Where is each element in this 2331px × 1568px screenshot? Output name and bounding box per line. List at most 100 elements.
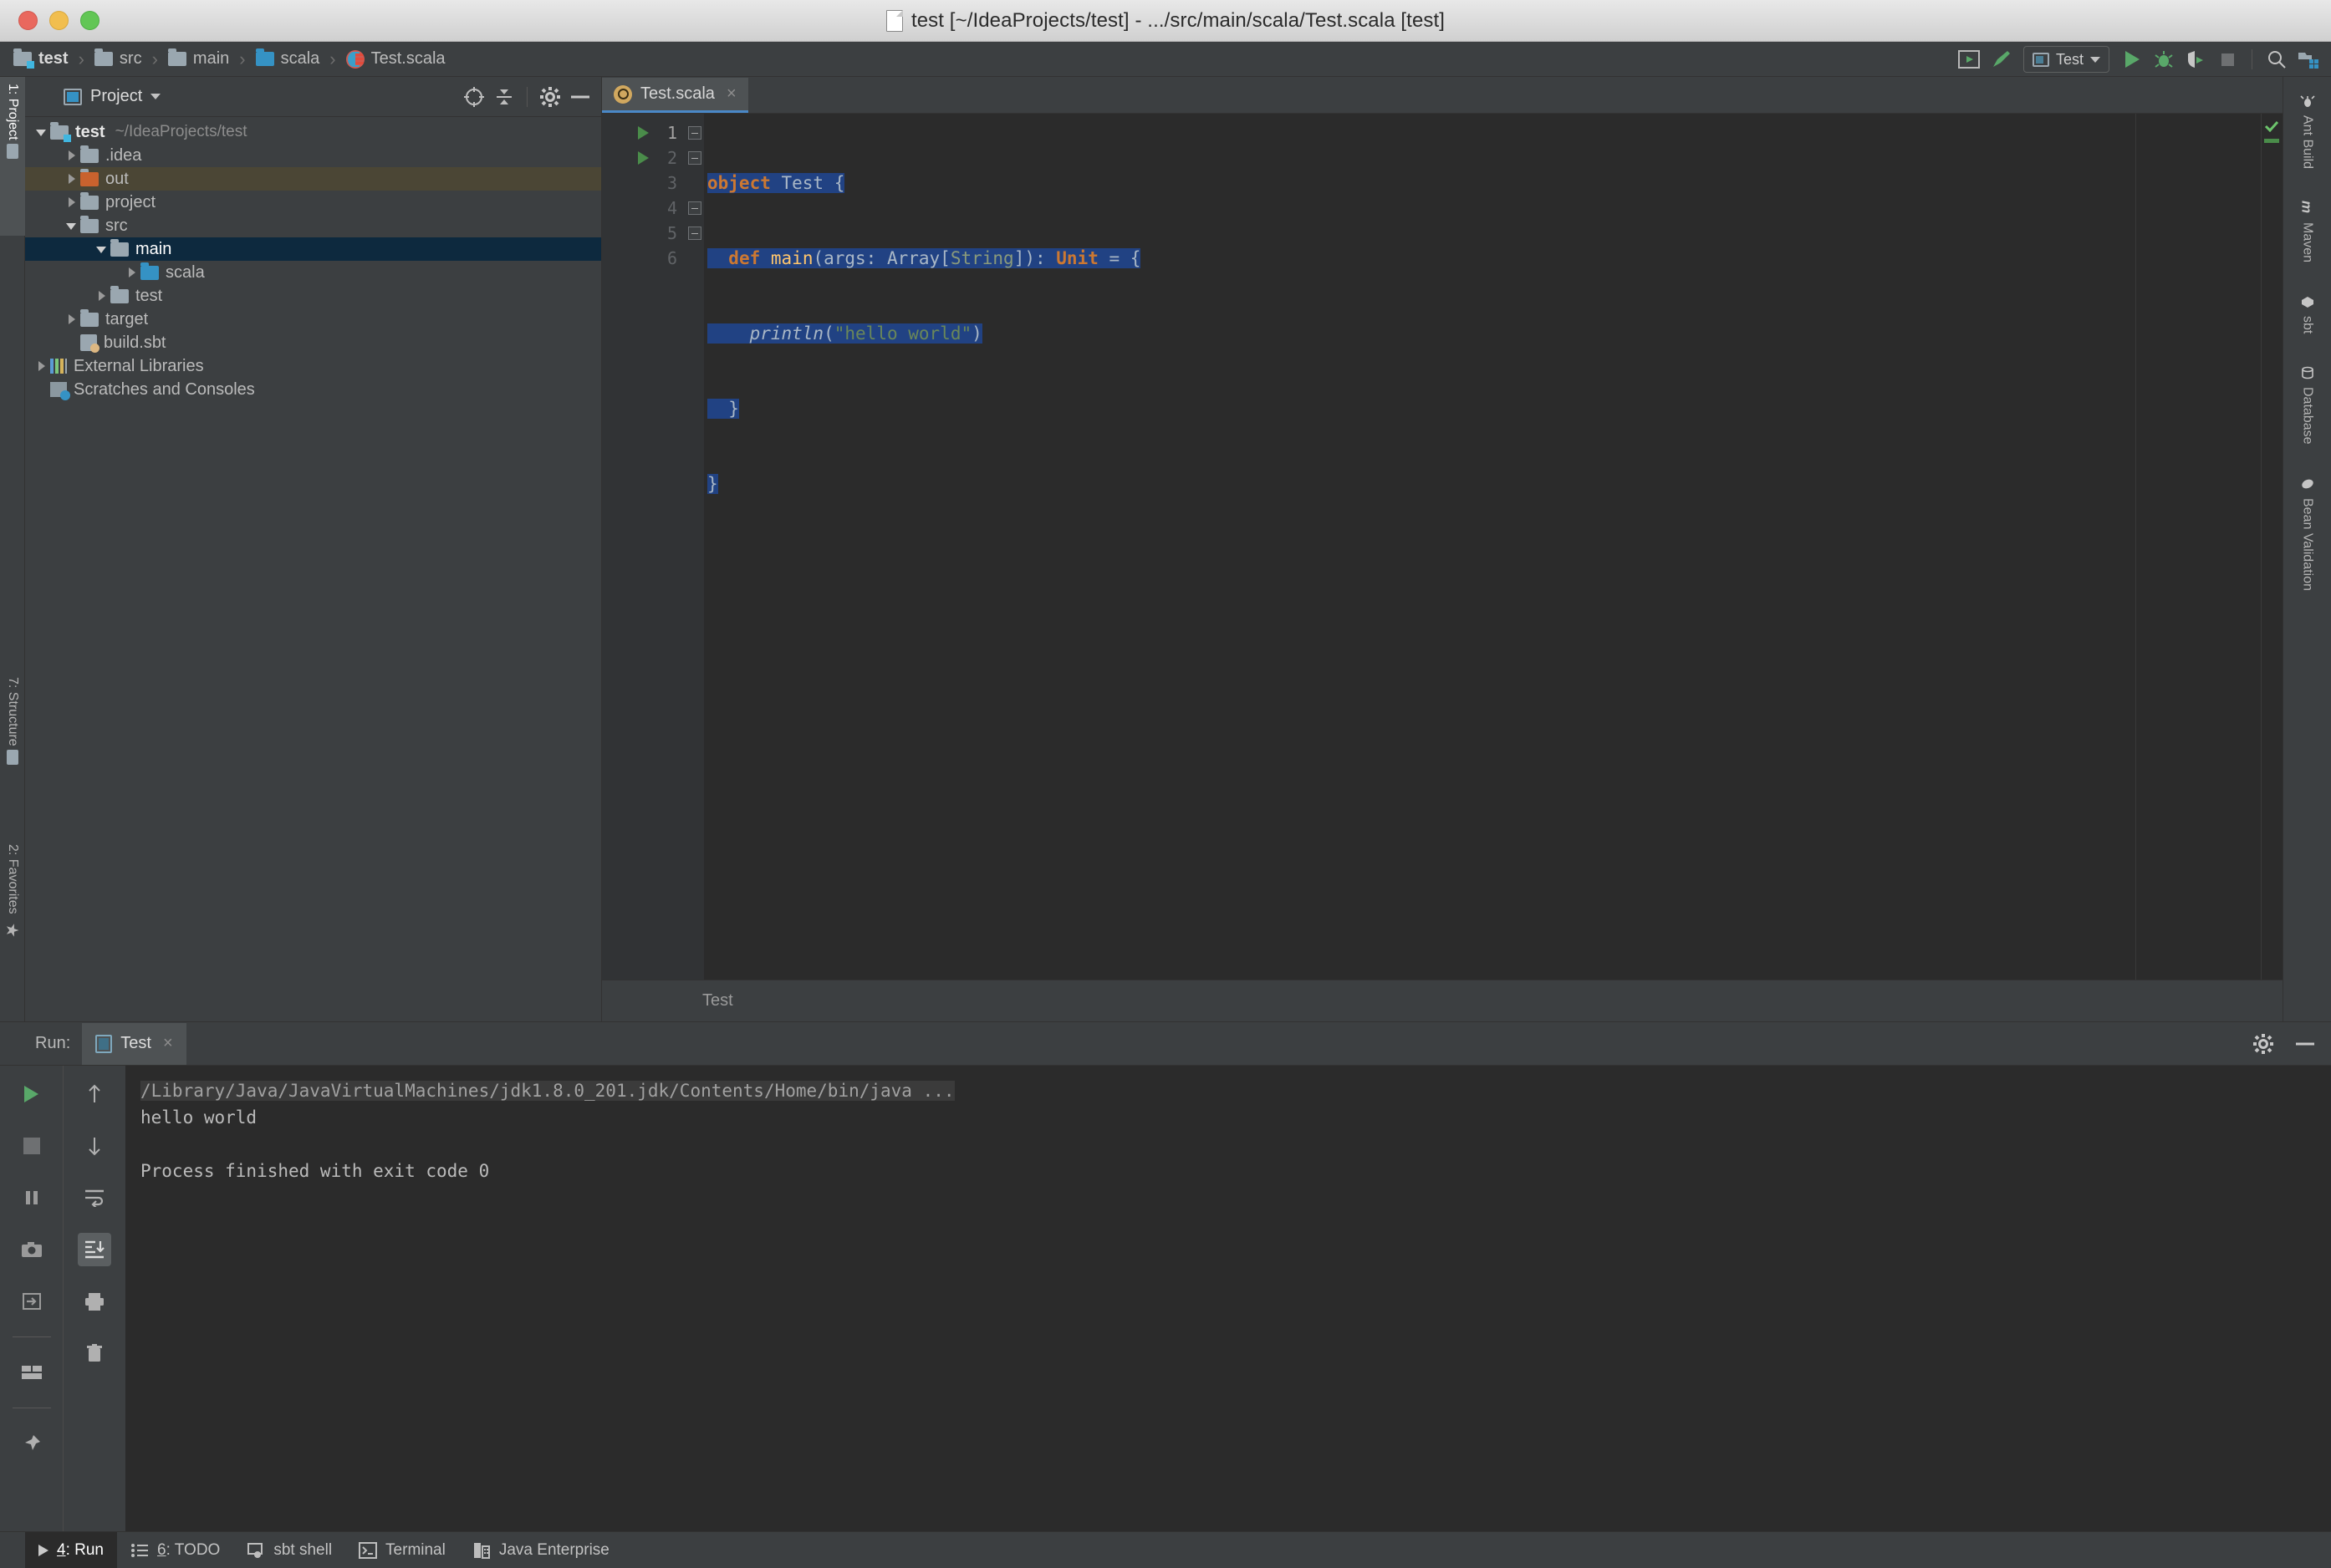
tool-window-label: Database (2300, 387, 2315, 445)
expand-arrow-icon[interactable] (64, 171, 80, 187)
tree-row-label: src (105, 216, 128, 235)
fold-column[interactable] (686, 114, 704, 980)
editor-breadcrumb[interactable]: Test (602, 980, 2283, 1021)
analysis-gutter[interactable] (2261, 114, 2283, 980)
tree-row[interactable]: .idea (25, 144, 601, 167)
run-tab-test[interactable]: Test × (82, 1022, 186, 1065)
up-icon[interactable] (78, 1077, 111, 1111)
tree-row[interactable]: scala (25, 261, 601, 284)
tree-row[interactable]: out (25, 167, 601, 191)
code-line-4: } (707, 399, 739, 419)
sidebar-item-structure[interactable]: 7: Structure (0, 670, 25, 829)
run-tab-label: Test (120, 1034, 151, 1052)
tree-row[interactable]: build.sbt (25, 331, 601, 354)
sidebar-item-bean-validation[interactable]: Bean Validation (2300, 476, 2315, 591)
down-icon[interactable] (78, 1129, 111, 1163)
fold-region-icon[interactable] (688, 227, 701, 240)
chevron-down-icon[interactable] (150, 94, 161, 99)
build-hammer-icon[interactable] (1987, 47, 2015, 72)
fold-region-icon[interactable] (688, 201, 701, 215)
tree-row[interactable]: test ~/IdeaProjects/test (25, 120, 601, 144)
breadcrumb-item-file[interactable]: Test.scala (344, 49, 447, 69)
tree-row[interactable]: target (25, 308, 601, 331)
tree-row-selected[interactable]: main (25, 237, 601, 261)
expand-arrow-icon[interactable] (64, 311, 80, 328)
close-icon[interactable]: × (163, 1034, 173, 1053)
sidebar-item-project[interactable]: 1: Project (0, 77, 25, 236)
tab-run[interactable]: 4: Run (25, 1531, 117, 1568)
sidebar-item-ant-build[interactable]: Ant Build (2299, 94, 2315, 169)
tree-row[interactable]: src (25, 214, 601, 237)
sidebar-item-sbt[interactable]: sbt (2300, 294, 2315, 333)
tab-todo[interactable]: 6: TODO (117, 1532, 233, 1568)
stop-icon[interactable] (15, 1129, 48, 1163)
fold-region-icon[interactable] (688, 126, 701, 140)
run-console-output[interactable]: /Library/Java/JavaVirtualMachines/jdk1.8… (125, 1066, 2311, 1531)
sidebar-item-database[interactable]: Database (2300, 365, 2315, 445)
editor-gutter[interactable]: 1 2 3 4 5 6 (602, 114, 686, 980)
chevron-down-icon[interactable] (2090, 56, 2100, 63)
export-icon[interactable] (15, 1285, 48, 1318)
expand-arrow-icon[interactable] (64, 194, 80, 211)
project-tree[interactable]: test ~/IdeaProjects/test .idea out proje… (25, 117, 601, 1021)
run-anything-icon[interactable] (1955, 47, 1983, 72)
code-editor[interactable]: object Test { def main(args: Array[Strin… (704, 114, 2135, 980)
breadcrumb-item-test[interactable]: test (12, 48, 70, 69)
hide-panel-icon[interactable] (566, 84, 594, 109)
trash-icon[interactable] (78, 1336, 111, 1370)
toolbar-divider (12, 1336, 51, 1337)
expand-arrow-icon[interactable] (94, 288, 110, 304)
camera-icon[interactable] (15, 1233, 48, 1266)
tree-row-label: test (135, 286, 163, 305)
tree-row[interactable]: Scratches and Consoles (25, 378, 601, 401)
run-gutter-marker[interactable] (638, 120, 649, 171)
sidebar-item-favorites[interactable]: 2: Favorites ★ (0, 837, 25, 1013)
stop-button[interactable] (2213, 47, 2242, 72)
run-button[interactable] (2118, 47, 2146, 72)
soft-wrap-icon[interactable] (78, 1181, 111, 1214)
expand-arrow-icon[interactable] (64, 147, 80, 164)
rerun-icon[interactable] (15, 1077, 48, 1111)
search-everywhere-icon[interactable] (2262, 47, 2291, 72)
expand-arrow-icon[interactable] (33, 124, 50, 140)
editor-tab-test-scala[interactable]: Test.scala × (602, 78, 748, 113)
pause-icon[interactable] (15, 1181, 48, 1214)
pin-icon[interactable] (15, 1427, 48, 1460)
run-with-coverage-button[interactable] (2181, 47, 2210, 72)
sidebar-item-maven[interactable]: m Maven (2299, 201, 2315, 262)
close-icon[interactable]: × (727, 84, 737, 104)
tree-row[interactable]: project (25, 191, 601, 214)
breadcrumb-item-main[interactable]: main (166, 48, 231, 69)
run-toolbar (0, 1066, 125, 1531)
tab-sbt-shell[interactable]: sbt shell (233, 1532, 345, 1568)
tab-java-enterprise[interactable]: Java Enterprise (459, 1532, 623, 1568)
debug-button[interactable] (2150, 47, 2178, 72)
layout-icon[interactable] (15, 1356, 48, 1389)
structure-icon (7, 749, 18, 765)
sbt-icon (2301, 297, 2313, 308)
settings-gear-icon[interactable] (2249, 1031, 2277, 1056)
tab-terminal[interactable]: Terminal (345, 1532, 459, 1568)
fold-region-icon[interactable] (688, 151, 701, 165)
collapse-all-icon[interactable] (490, 84, 518, 109)
tree-row[interactable]: External Libraries (25, 354, 601, 378)
scroll-to-end-icon[interactable] (78, 1233, 111, 1266)
run-configuration-selector[interactable]: Test (2022, 46, 2109, 73)
expand-arrow-icon[interactable] (94, 241, 110, 257)
project-panel-title[interactable]: Project (64, 87, 161, 106)
tool-window-label: Bean Validation (2300, 497, 2315, 591)
locate-icon[interactable] (460, 84, 488, 109)
project-structure-icon[interactable] (2294, 47, 2323, 72)
breadcrumb-item-src[interactable]: src (93, 48, 144, 69)
ant-icon (2299, 95, 2315, 107)
tree-row[interactable]: test (25, 284, 601, 308)
todo-icon (131, 1543, 148, 1557)
expand-arrow-icon[interactable] (33, 358, 50, 374)
breadcrumb-item-scala[interactable]: scala (254, 48, 322, 69)
expand-arrow-icon[interactable] (124, 264, 140, 281)
settings-gear-icon[interactable] (536, 84, 564, 109)
hide-panel-icon[interactable] (2291, 1031, 2319, 1056)
console-scrollbar[interactable] (2311, 1066, 2331, 1531)
expand-arrow-icon[interactable] (64, 217, 80, 234)
print-icon[interactable] (78, 1285, 111, 1318)
